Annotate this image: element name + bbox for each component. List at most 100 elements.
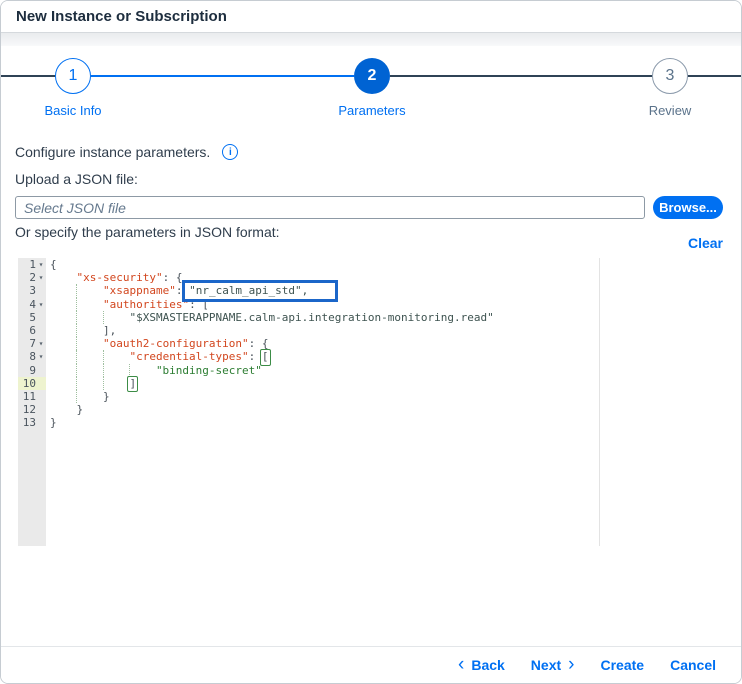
cancel-button[interactable]: Cancel bbox=[670, 657, 716, 673]
line-number: 2 bbox=[29, 271, 36, 284]
line-number: 10 bbox=[23, 377, 36, 390]
next-button[interactable]: Next › bbox=[531, 657, 575, 673]
line-number: 5 bbox=[29, 311, 36, 324]
indent-guide bbox=[76, 311, 102, 324]
fold-toggle-icon[interactable]: ▾ bbox=[36, 350, 46, 363]
step-2-label: Parameters bbox=[312, 103, 432, 118]
dialog-footer: ‹ Back Next › Create Cancel bbox=[1, 646, 741, 683]
editor-gutter: 1▾2▾34▾567▾8▾910111213 bbox=[18, 258, 46, 546]
code-line-8: "credential-types": [ bbox=[50, 350, 723, 363]
gutter-line-6: 6 bbox=[18, 324, 46, 337]
indent-space bbox=[50, 284, 76, 297]
cancel-button-label: Cancel bbox=[670, 657, 716, 673]
step-parameters[interactable]: 2 Parameters bbox=[312, 58, 432, 118]
new-instance-dialog: New Instance or Subscription 1 Basic Inf… bbox=[0, 0, 742, 684]
back-chevron-icon: ‹ bbox=[458, 658, 464, 672]
back-button[interactable]: ‹ Back bbox=[458, 657, 505, 673]
code-line-2: "xs-security": { bbox=[50, 271, 723, 284]
fold-toggle-icon[interactable]: ▾ bbox=[36, 271, 46, 284]
step-3-number: 3 bbox=[666, 67, 675, 85]
line-number: 9 bbox=[29, 364, 36, 377]
print-margin-line bbox=[599, 258, 600, 546]
gutter-line-4: 4▾ bbox=[18, 298, 46, 311]
code-line-1: { bbox=[50, 258, 723, 271]
code-line-10: ] bbox=[50, 377, 723, 390]
gutter-line-2: 2▾ bbox=[18, 271, 46, 284]
indent-guide bbox=[103, 311, 129, 324]
indent-space bbox=[50, 390, 76, 403]
fold-toggle-icon[interactable]: ▾ bbox=[36, 258, 46, 271]
code-token: "authorities" bbox=[103, 298, 189, 311]
code-line-13: } bbox=[50, 416, 723, 429]
indent-space bbox=[50, 298, 76, 311]
json-file-input[interactable] bbox=[15, 196, 645, 219]
gutter-line-9: 9 bbox=[18, 364, 46, 377]
indent-guide bbox=[76, 364, 102, 377]
code-line-3: "xsappname": "nr_calm_api_std", bbox=[50, 284, 723, 297]
annotation-highlight-box: "nr_calm_api_std", bbox=[189, 284, 308, 297]
upload-json-label: Upload a JSON file: bbox=[15, 171, 723, 187]
indent-space bbox=[50, 377, 76, 390]
indent-guide bbox=[103, 350, 129, 363]
code-line-9: "binding-secret" bbox=[50, 364, 723, 377]
code-token: } bbox=[103, 390, 110, 403]
line-number: 1 bbox=[29, 258, 36, 271]
line-number: 3 bbox=[29, 284, 36, 297]
create-button[interactable]: Create bbox=[600, 657, 644, 673]
code-token: "binding-secret" bbox=[156, 364, 262, 377]
indent-guide bbox=[76, 298, 102, 311]
fold-toggle-icon[interactable]: ▾ bbox=[36, 298, 46, 311]
parameters-form: Configure instance parameters. i Upload … bbox=[1, 144, 741, 546]
indent-space bbox=[50, 364, 76, 377]
browse-button[interactable]: Browse... bbox=[653, 196, 723, 219]
step-1-label: Basic Info bbox=[13, 103, 133, 118]
code-token: : [ bbox=[189, 298, 209, 311]
line-number: 7 bbox=[29, 337, 36, 350]
line-number: 13 bbox=[23, 416, 36, 429]
code-line-5: "$XSMASTERAPPNAME.calm-api.integration-m… bbox=[50, 311, 723, 324]
step-2-number: 2 bbox=[368, 67, 377, 85]
code-token: ], bbox=[103, 324, 116, 337]
code-token: "xs-security" bbox=[76, 271, 162, 284]
indent-guide bbox=[103, 364, 129, 377]
fold-toggle-icon[interactable]: ▾ bbox=[36, 337, 46, 350]
dialog-title: New Instance or Subscription bbox=[16, 8, 227, 25]
create-button-label: Create bbox=[600, 657, 644, 673]
line-number: 8 bbox=[29, 350, 36, 363]
indent-space bbox=[50, 311, 76, 324]
next-button-label: Next bbox=[531, 657, 561, 673]
gutter-line-1: 1▾ bbox=[18, 258, 46, 271]
indent-space bbox=[50, 271, 76, 284]
code-token: } bbox=[50, 416, 57, 429]
step-review[interactable]: 3 Review bbox=[610, 58, 730, 118]
code-token: "oauth2-configuration" bbox=[103, 337, 249, 350]
bracket-match-highlight: ] bbox=[129, 377, 136, 390]
code-token: "credential-types" bbox=[129, 350, 248, 363]
step-2-circle: 2 bbox=[354, 58, 390, 94]
gutter-line-11: 11 bbox=[18, 390, 46, 403]
code-token: "xsappname" bbox=[103, 284, 176, 297]
code-token: : bbox=[176, 284, 189, 297]
indent-guide bbox=[76, 350, 102, 363]
clear-link[interactable]: Clear bbox=[688, 235, 723, 251]
step-basic-info[interactable]: 1 Basic Info bbox=[13, 58, 133, 118]
code-line-11: } bbox=[50, 390, 723, 403]
step-3-label: Review bbox=[610, 103, 730, 118]
step-1-number: 1 bbox=[69, 67, 78, 85]
gutter-line-7: 7▾ bbox=[18, 337, 46, 350]
info-icon[interactable]: i bbox=[222, 144, 238, 160]
bracket-match-highlight: [ bbox=[262, 350, 269, 363]
line-number: 11 bbox=[23, 390, 36, 403]
gutter-line-8: 8▾ bbox=[18, 350, 46, 363]
indent-guide bbox=[76, 284, 102, 297]
gutter-line-12: 12 bbox=[18, 403, 46, 416]
code-line-4: "authorities": [ bbox=[50, 298, 723, 311]
json-code-editor[interactable]: 1▾2▾34▾567▾8▾910111213 {"xs-security": {… bbox=[18, 258, 723, 546]
step-3-circle: 3 bbox=[652, 58, 688, 94]
code-line-12: } bbox=[50, 403, 723, 416]
editor-code-lines[interactable]: {"xs-security": {"xsappname": "nr_calm_a… bbox=[46, 258, 723, 546]
json-format-label: Or specify the parameters in JSON format… bbox=[15, 222, 280, 240]
line-number: 4 bbox=[29, 298, 36, 311]
back-button-label: Back bbox=[471, 657, 504, 673]
dialog-header: New Instance or Subscription bbox=[1, 1, 741, 33]
